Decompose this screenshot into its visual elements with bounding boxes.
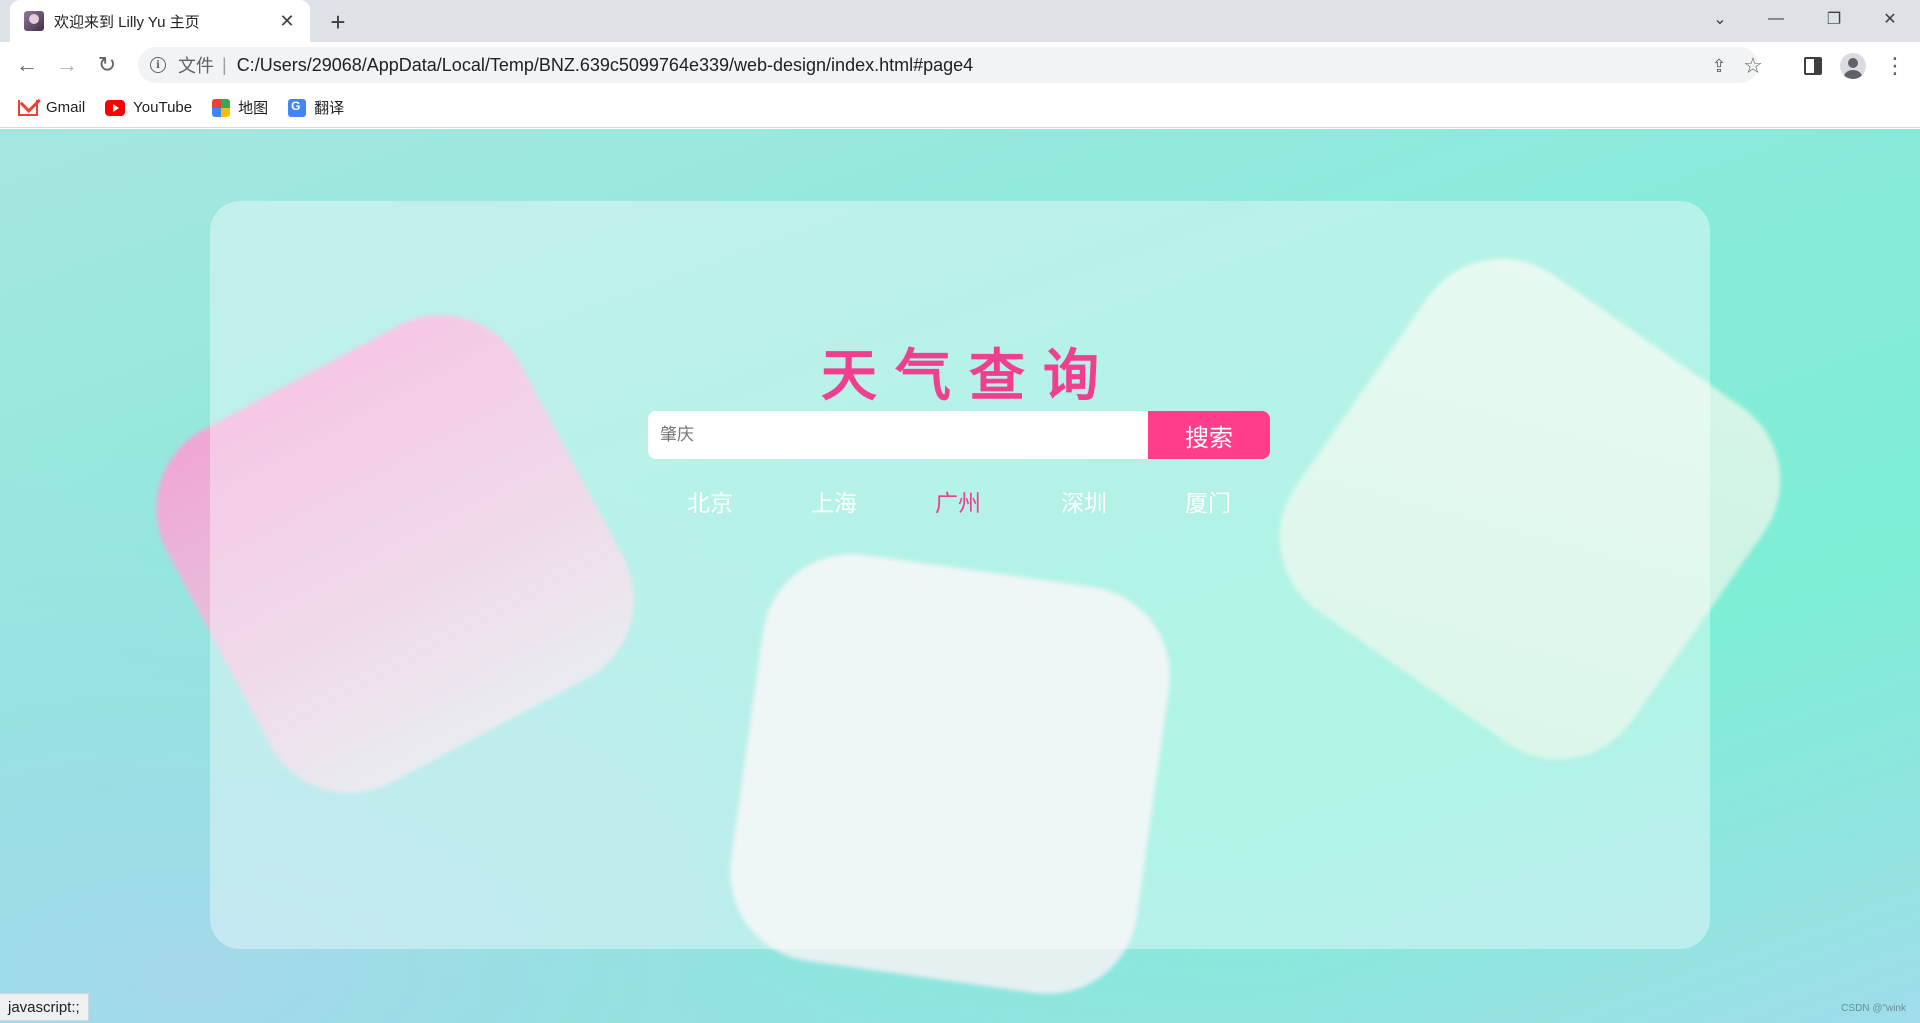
profile-button[interactable]: [1840, 53, 1866, 79]
bookmarks-bar: Gmail YouTube 地图 翻译: [0, 88, 1920, 128]
maps-icon: [212, 98, 231, 117]
restore-button[interactable]: ❐: [1806, 0, 1862, 38]
weather-card: 天气查询 搜索 北京 上海 广州 深圳 厦门: [210, 201, 1710, 949]
city-link-guangzhou[interactable]: 广州: [918, 484, 998, 518]
site-info-icon[interactable]: i: [150, 57, 166, 73]
share-icon[interactable]: ⇪: [1708, 55, 1730, 77]
city-link-beijing[interactable]: 北京: [670, 484, 750, 518]
gmail-icon: [18, 99, 38, 116]
address-bar[interactable]: i 文件 | C:/Users/29068/AppData/Local/Temp…: [138, 47, 1763, 83]
city-link-shenzhen[interactable]: 深圳: [1044, 484, 1124, 518]
status-bar: javascript:;: [0, 993, 89, 1021]
more-menu-icon[interactable]: ⋮: [1882, 53, 1908, 79]
city-search-input[interactable]: [648, 411, 1148, 459]
city-link-xiamen[interactable]: 厦门: [1168, 484, 1248, 518]
tab-strip: 欢迎来到 Lilly Yu 主页 ✕ + ⌄ — ❐ ✕: [0, 0, 1920, 42]
forward-arrow-icon[interactable]: →: [52, 50, 82, 80]
city-link-shanghai[interactable]: 上海: [794, 484, 874, 518]
page-background: 天气查询 搜索 北京 上海 广州 深圳 厦门: [0, 129, 1920, 1023]
minimize-button[interactable]: —: [1748, 0, 1804, 38]
page-title: 天气查询: [821, 344, 1117, 407]
new-tab-button[interactable]: +: [324, 8, 352, 36]
address-separator: |: [222, 54, 227, 75]
bookmark-gmail[interactable]: Gmail: [18, 99, 85, 116]
site-favicon-icon: [24, 11, 44, 31]
watermark: CSDN @"wink: [1841, 1003, 1906, 1014]
bookmark-maps[interactable]: 地图: [212, 97, 268, 118]
bookmark-star-icon[interactable]: ☆: [1742, 53, 1764, 78]
reload-icon[interactable]: ↻: [92, 50, 122, 80]
side-panel-button[interactable]: [1800, 53, 1826, 79]
youtube-icon: [105, 99, 126, 116]
bookmark-label: Gmail: [46, 99, 86, 116]
search-button[interactable]: 搜索: [1148, 411, 1270, 459]
bookmark-translate[interactable]: 翻译: [288, 97, 344, 118]
bookmark-label: 翻译: [314, 100, 345, 117]
tab-close-icon[interactable]: ✕: [276, 10, 298, 32]
bookmark-youtube[interactable]: YouTube: [105, 99, 192, 116]
bookmark-label: 地图: [238, 100, 269, 117]
window-close-button[interactable]: ✕: [1862, 0, 1918, 38]
bookmark-label: YouTube: [133, 99, 193, 116]
browser-toolbar: ← → ↻ i 文件 | C:/Users/29068/AppData/Loca…: [0, 42, 1920, 88]
profile-avatar-icon: [1840, 53, 1866, 79]
browser-tab[interactable]: 欢迎来到 Lilly Yu 主页 ✕: [10, 0, 310, 42]
side-panel-icon: [1804, 57, 1822, 75]
back-arrow-icon[interactable]: ←: [12, 50, 42, 80]
tab-search-chevron-down-icon[interactable]: ⌄: [1692, 0, 1748, 38]
translate-icon: [288, 98, 307, 117]
tab-title: 欢迎来到 Lilly Yu 主页: [54, 13, 200, 31]
city-list: 北京 上海 广州 深圳 厦门: [648, 484, 1270, 520]
search-bar: 搜索: [648, 411, 1270, 459]
url-text[interactable]: C:/Users/29068/AppData/Local/Temp/BNZ.63…: [237, 55, 973, 76]
file-scheme-label: 文件: [178, 56, 214, 76]
